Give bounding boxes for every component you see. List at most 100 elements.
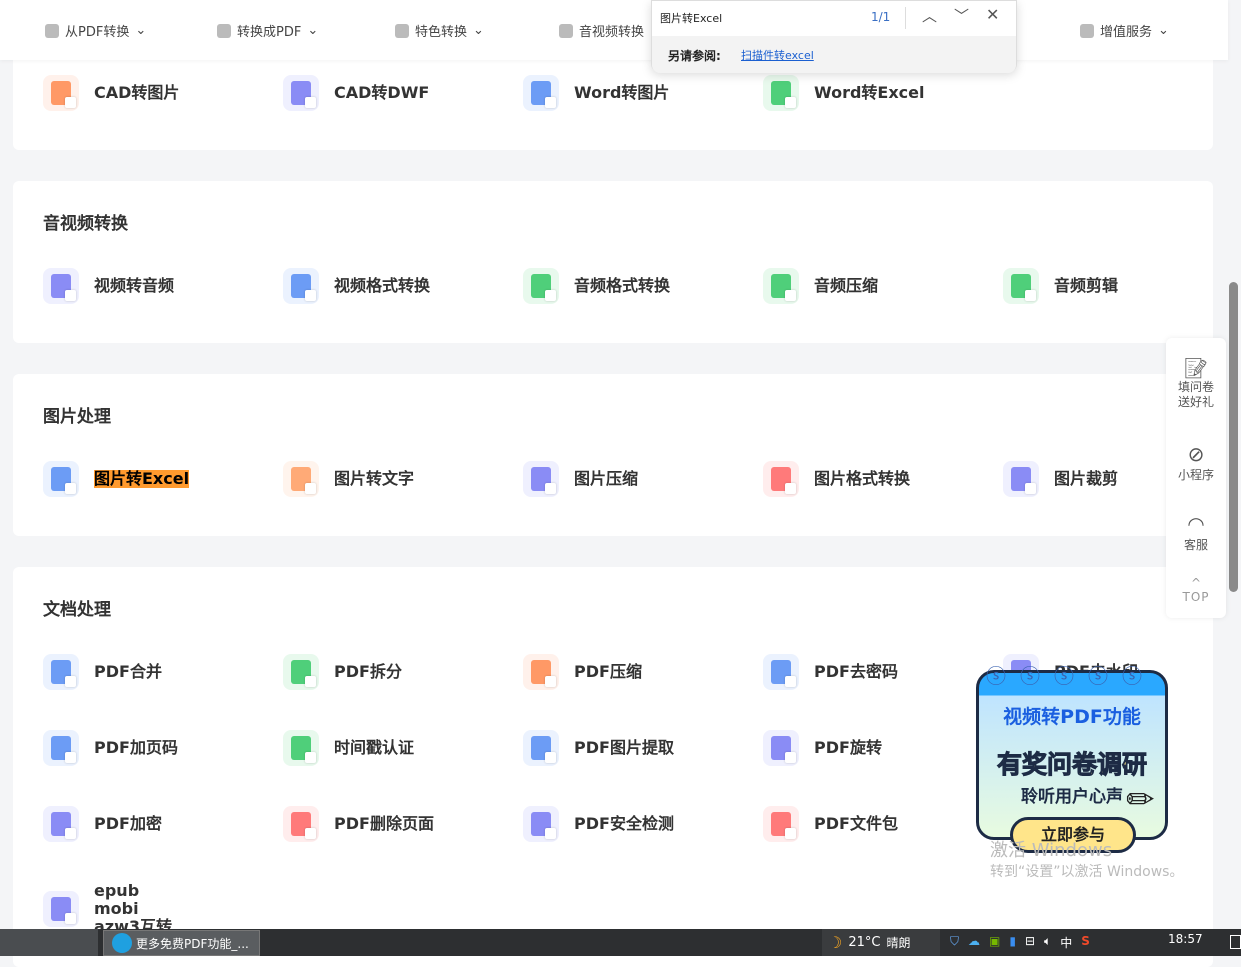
tool-item[interactable]: 视频转音频 — [43, 268, 174, 304]
shield-icon[interactable]: ⛉ — [950, 934, 959, 951]
tool-item[interactable]: PDF去密码 — [763, 654, 898, 690]
tool-item[interactable]: 图片格式转换 — [763, 461, 910, 497]
taskbar: 更多免费PDF功能_... ☽ 21°C 晴朗 ⛉ ☁ ▣ ▮ ⊟ 🔈︎ 中 S 18:57 — [0, 929, 1241, 956]
tool-item[interactable]: PDF安全检测 — [523, 806, 674, 842]
tool-label: 时间戳认证 — [334, 738, 415, 757]
tool-label: 图片格式转换 — [814, 469, 911, 488]
section-title: 音视频转换 — [43, 214, 128, 234]
chevron-down-icon: ⌄ — [135, 23, 147, 38]
tool-icon — [283, 806, 319, 842]
tool-item[interactable]: 图片转文字 — [283, 461, 414, 497]
tool-item[interactable]: 图片转Excel — [43, 461, 190, 497]
activation-watermark: 激活 Windows — [990, 840, 1113, 861]
top-nav: 从PDF转换 ⌄ 转换成PDF ⌄ 特色转换 ⌄ 音视频转换 增值服务 ⌄ — [0, 0, 1228, 60]
tool-icon — [763, 730, 799, 766]
tool-label: 图片转文字 — [334, 469, 415, 488]
tool-item[interactable]: 音频剪辑 — [1003, 268, 1118, 304]
tool-item[interactable]: CAD转图片 — [43, 75, 179, 111]
tool-item[interactable]: PDF旋转 — [763, 730, 882, 766]
match-count: 1/1 — [871, 10, 891, 24]
chevron-down-icon[interactable]: ﹀ — [954, 5, 969, 26]
star-shield-icon — [395, 23, 409, 38]
clock[interactable]: 18:57 — [1168, 932, 1203, 946]
pdf-icon — [217, 23, 231, 38]
chevron-up-icon: ^ — [1190, 576, 1202, 590]
close-icon[interactable]: ✕ — [986, 5, 999, 24]
nav-special[interactable]: 特色转换 ⌄ — [395, 21, 484, 40]
side-toolbar: 📝︎ 填问卷送好礼 ⊘ 小程序 ◠ 客服 ^ TOP — [1166, 338, 1226, 618]
tool-item[interactable]: PDF合并 — [43, 654, 162, 690]
tool-icon — [523, 730, 559, 766]
tool-item[interactable]: PDF文件包 — [763, 806, 898, 842]
tool-item[interactable]: epub mobi azw3互转 — [43, 882, 189, 936]
tool-item[interactable]: PDF图片提取 — [523, 730, 674, 766]
network-icon[interactable]: ⊟ — [1025, 934, 1035, 951]
tool-item[interactable]: PDF加页码 — [43, 730, 178, 766]
tool-item[interactable]: 音频格式转换 — [523, 268, 670, 304]
tool-item[interactable]: Word转图片 — [523, 75, 669, 111]
tool-icon — [523, 75, 559, 111]
activation-watermark-hint: 转到“设置”以激活 Windows。 — [990, 864, 1184, 880]
chevron-down-icon: ⌄ — [307, 23, 319, 38]
promo-popup[interactable]: ⓢⓢⓢⓢⓢ 视频转PDF功能 有奖问卷调研 聆听用户心声 立即参与 ✏︎ — [976, 660, 1168, 855]
headset-icon: ◠ — [1187, 512, 1205, 536]
tool-icon — [763, 461, 799, 497]
tool-item[interactable]: PDF删除页面 — [283, 806, 434, 842]
tool-item[interactable]: 视频格式转换 — [283, 268, 430, 304]
tool-item[interactable]: PDF拆分 — [283, 654, 402, 690]
tool-item[interactable]: Word转Excel — [763, 75, 925, 111]
tool-icon — [283, 268, 319, 304]
tool-icon — [283, 75, 319, 111]
tool-item[interactable]: PDF压缩 — [523, 654, 642, 690]
tool-icon — [43, 730, 79, 766]
taskbar-search[interactable] — [0, 929, 98, 956]
onedrive-icon[interactable]: ☁ — [968, 934, 980, 951]
side-customer-service[interactable]: ◠ 客服 — [1166, 512, 1226, 553]
moon-icon: ☽ — [828, 933, 843, 952]
see-also-link[interactable]: 扫描件转excel — [741, 47, 814, 63]
nav-media[interactable]: 音视频转换 — [559, 21, 644, 40]
tool-icon — [523, 268, 559, 304]
tool-label: 图片压缩 — [574, 469, 639, 488]
nav-value-added[interactable]: 增值服务 ⌄ — [1080, 21, 1169, 40]
volume-icon[interactable]: 🔈︎ — [1044, 934, 1051, 951]
survey-icon: 📝︎ — [1183, 356, 1209, 380]
tool-item[interactable]: PDF加密 — [43, 806, 162, 842]
sogou-icon[interactable]: S — [1081, 934, 1090, 951]
tool-icon — [283, 654, 319, 690]
tool-icon — [763, 268, 799, 304]
taskbar-app-edge[interactable]: 更多免费PDF功能_... — [103, 930, 260, 956]
tool-item[interactable]: 时间戳认证 — [283, 730, 414, 766]
chevron-up-icon[interactable]: ︿ — [922, 5, 937, 26]
see-also-label: 另请参阅: — [668, 49, 721, 63]
weather-widget[interactable]: ☽ 21°C 晴朗 — [822, 929, 940, 956]
nvidia-icon[interactable]: ▣ — [989, 934, 1000, 951]
tool-label: Word转图片 — [574, 83, 670, 102]
tool-label: 图片转Excel — [94, 469, 190, 488]
tool-item[interactable]: CAD转DWF — [283, 75, 429, 111]
find-input[interactable]: 图片转Excel — [660, 10, 722, 26]
scrollbar[interactable] — [1229, 282, 1238, 592]
mini-program-icon: ⊘ — [1187, 442, 1205, 466]
ime-indicator[interactable]: 中 — [1060, 934, 1072, 951]
pencil-icon: ✏︎ — [1126, 780, 1155, 820]
tool-icon — [523, 461, 559, 497]
back-to-top[interactable]: ^ TOP — [1166, 576, 1226, 604]
nav-to-pdf[interactable]: 转换成PDF ⌄ — [217, 21, 318, 40]
nav-from-pdf[interactable]: 从PDF转换 ⌄ — [45, 21, 146, 40]
edge-icon — [112, 933, 132, 953]
tool-item[interactable]: 图片裁剪 — [1003, 461, 1118, 497]
tool-label: 视频转音频 — [94, 276, 175, 295]
side-survey[interactable]: 📝︎ 填问卷送好礼 — [1166, 356, 1226, 410]
tool-label: PDF图片提取 — [574, 738, 674, 757]
app-tray-icon[interactable]: ▮ — [1009, 934, 1016, 951]
tool-item[interactable]: 音频压缩 — [763, 268, 878, 304]
side-mini-program[interactable]: ⊘ 小程序 — [1166, 442, 1226, 483]
spiral-rings-icon: ⓢⓢⓢⓢⓢ — [986, 664, 1156, 688]
tool-icon — [43, 806, 79, 842]
tool-label: PDF压缩 — [574, 662, 642, 681]
section-card: 音视频转换视频转音频 视频格式转换 音频格式转换 音频压缩 音频剪辑 — [13, 181, 1213, 343]
tool-item[interactable]: 图片压缩 — [523, 461, 638, 497]
notification-icon[interactable] — [1230, 935, 1241, 949]
tool-label: PDF加密 — [94, 814, 162, 833]
